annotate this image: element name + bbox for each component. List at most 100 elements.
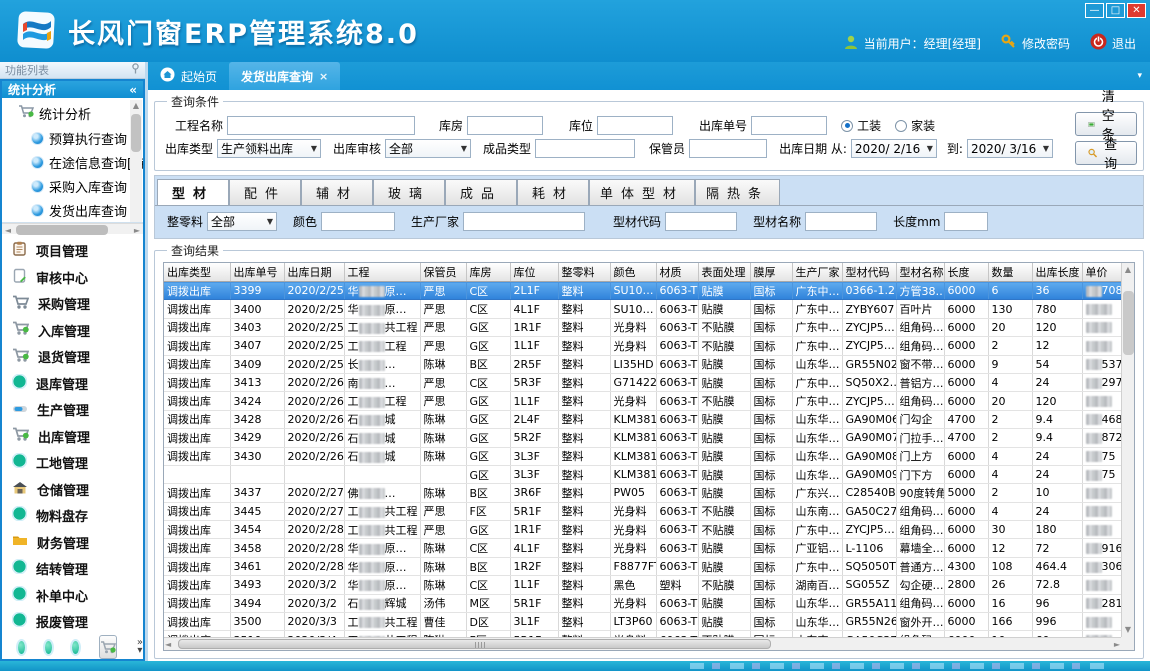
sidebar-item-财务管理[interactable]: 财务管理 [12,529,143,556]
table-row[interactable]: 调拨出库34372020/2/27佛…陈琳B区3R6F整料PW056063-T5… [164,484,1121,502]
tab-close-icon[interactable]: × [319,70,328,83]
column-header[interactable]: 库房 [466,263,510,282]
date-from-select[interactable]: 2020/ 2/16▼ [851,139,937,158]
shortcut-dot-icon[interactable] [18,641,25,654]
column-header[interactable]: 表面处理 [698,263,750,282]
date-to-select[interactable]: 2020/ 3/16▼ [967,139,1053,158]
cart-shortcut-button[interactable] [99,635,117,659]
column-header[interactable]: 整零料 [558,263,610,282]
orderno-input[interactable] [751,116,827,135]
column-header[interactable]: 出库类型 [164,263,230,282]
column-header[interactable]: 出库单号 [230,263,284,282]
sidebar-item-审核中心[interactable]: 审核中心 [12,264,143,291]
profile-name-input[interactable] [805,212,877,231]
material-tab-辅材[interactable]: 辅材 [301,179,373,205]
tree-item[interactable]: 发货出库查询 [8,198,129,222]
column-header[interactable]: 生产厂家 [792,263,842,282]
column-header[interactable]: 型材代码 [842,263,896,282]
change-password-button[interactable]: 修改密码 [1001,34,1070,53]
collapse-icon[interactable]: « [129,83,137,97]
table-row[interactable]: 调拨出库34002020/2/25华原…严思C区4L1F整料SU10…6063-… [164,300,1121,318]
room-input[interactable] [467,116,543,135]
length-input[interactable] [944,212,988,231]
keeper-input[interactable] [689,139,767,158]
material-tab-型材[interactable]: 型材 [157,179,229,205]
sidebar-item-补单中心[interactable]: 补单中心 [12,582,143,609]
tab-active-outbound-query[interactable]: 发货出库查询 × [229,62,340,90]
shortcut-dot-icon[interactable] [72,641,79,654]
table-row[interactable]: 调拨出库34302020/2/26石城陈琳G区3L3F整料KLM38176063… [164,447,1121,465]
column-header[interactable]: 颜色 [610,263,656,282]
tree-item[interactable]: 预算执行查询 [8,126,129,150]
tree-horizontal-scrollbar[interactable]: ◄► [2,223,143,233]
sidebar-item-采购管理[interactable]: 采购管理 [12,291,143,318]
factory-input[interactable] [463,212,585,231]
table-row[interactable]: 调拨出库34242020/2/26工工程严思G区1L1F整料光身料6063-T5… [164,392,1121,410]
column-header[interactable]: 单价 [1082,263,1121,282]
material-tab-耗材[interactable]: 耗材 [517,179,589,205]
sidebar-section-header[interactable]: 统计分析 « [2,81,143,98]
tab-list-dropdown-icon[interactable]: ▾ [1137,71,1142,81]
material-tab-玻璃[interactable]: 玻璃 [373,179,445,205]
color-input[interactable] [321,212,395,231]
material-tab-单体型材[interactable]: 单体型材 [589,179,695,205]
sidebar-item-出库管理[interactable]: 出库管理 [12,423,143,450]
loc-input[interactable] [597,116,673,135]
maximize-button[interactable]: □ [1106,3,1125,18]
column-header[interactable]: 出库长度 [1032,263,1082,282]
column-header[interactable]: 材质 [656,263,698,282]
table-row[interactable]: 调拨出库34092020/2/25长…陈琳B区2R5F整料LI35HD6063-… [164,355,1121,373]
tree-vertical-scrollbar[interactable]: ▲ ▼ [130,100,142,223]
table-row[interactable]: 调拨出库34032020/2/25工共工程严思G区1R1F整料光身料6063-T… [164,318,1121,336]
profile-code-input[interactable] [665,212,737,231]
table-row[interactable]: 调拨出库33992020/2/25华原…严思C区2L1F整料SU10…6063-… [164,282,1121,300]
table-row[interactable]: 调拨出库34942020/3/2石辉城汤伟M区5R1F整料光身料6063-T5贴… [164,594,1121,612]
grid-vertical-scrollbar[interactable]: ▲ ▼ [1121,263,1134,637]
sidebar-item-物料盘存[interactable]: 物料盘存 [12,503,143,530]
product-type-input[interactable] [535,139,635,158]
column-header[interactable]: 膜厚 [750,263,792,282]
sidebar-item-工地管理[interactable]: 工地管理 [12,450,143,477]
column-header[interactable]: 数量 [988,263,1032,282]
tree-item[interactable]: 在途信息查询[待 [8,150,129,174]
out-type-select[interactable]: 生产领料出库▼ [217,139,321,158]
column-header[interactable]: 长度 [944,263,988,282]
table-row[interactable]: 调拨出库34072020/2/25工工程严思G区1L1F整料光身料6063-T5… [164,337,1121,355]
tab-home[interactable]: 起始页 [148,62,229,90]
table-row[interactable]: 调拨出库34932020/3/2华原…陈琳C区1L1F整料黑色塑料不贴膜国标湖南… [164,576,1121,594]
table-row[interactable]: 调拨出库34452020/2/27工共工程严思F区5R1F整料光身料6063-T… [164,502,1121,520]
sidebar-item-结转管理[interactable]: 结转管理 [12,556,143,583]
sidebar-item-退库管理[interactable]: 退库管理 [12,370,143,397]
table-row[interactable]: 调拨出库34582020/2/28华原…陈琳C区4L1F整料光身料6063-T5… [164,539,1121,557]
audit-select[interactable]: 全部▼ [385,139,471,158]
sidebar-item-仓储管理[interactable]: 仓储管理 [12,476,143,503]
close-button[interactable]: ✕ [1127,3,1146,18]
whole-part-select[interactable]: 全部▼ [207,212,277,231]
material-tab-配件[interactable]: 配件 [229,179,301,205]
table-row[interactable]: 调拨出库34542020/2/28工共工程严思G区1R1F整料光身料6063-T… [164,521,1121,539]
sidebar-item-生产管理[interactable]: 生产管理 [12,397,143,424]
grid-horizontal-scrollbar[interactable]: ◄ ► [164,637,1121,650]
radio-gongzhuang[interactable]: 工装 [841,117,881,134]
table-row[interactable]: 调拨出库34132020/2/26南…严思C区5R3F整料G714226063-… [164,373,1121,391]
table-row[interactable]: 调拨出库34292020/2/26石城陈琳G区5R2F整料KLM38176063… [164,429,1121,447]
tree-root[interactable]: 统计分析 [8,102,129,126]
column-header[interactable]: 工程 [344,263,420,282]
sidebar-item-项目管理[interactable]: 项目管理 [12,238,143,265]
search-button[interactable]: 查 询 [1075,141,1137,165]
radio-jiazhuang[interactable]: 家装 [895,117,935,134]
logout-button[interactable]: 退出 [1090,33,1136,53]
column-header[interactable]: 库位 [510,263,558,282]
table-row[interactable]: 调拨出库35002020/3/3工共工程曹佳D区3L1F整料LT3P606063… [164,613,1121,631]
tree-item[interactable]: 采购入库查询 [8,174,129,198]
material-tab-成品[interactable]: 成品 [445,179,517,205]
sidebar-item-报废管理[interactable]: 报废管理 [12,609,143,636]
sidebar-overflow-button[interactable]: »▾ [137,639,143,655]
column-header[interactable]: 型材名称 [896,263,944,282]
minimize-button[interactable]: — [1085,3,1104,18]
material-tab-隔热条[interactable]: 隔热条 [695,179,780,205]
column-header[interactable]: 出库日期 [284,263,344,282]
table-row[interactable]: 调拨出库34282020/2/26石城陈琳G区2L4F整料KLM38176063… [164,410,1121,428]
project-name-input[interactable] [227,116,415,135]
pin-icon[interactable] [131,63,140,77]
